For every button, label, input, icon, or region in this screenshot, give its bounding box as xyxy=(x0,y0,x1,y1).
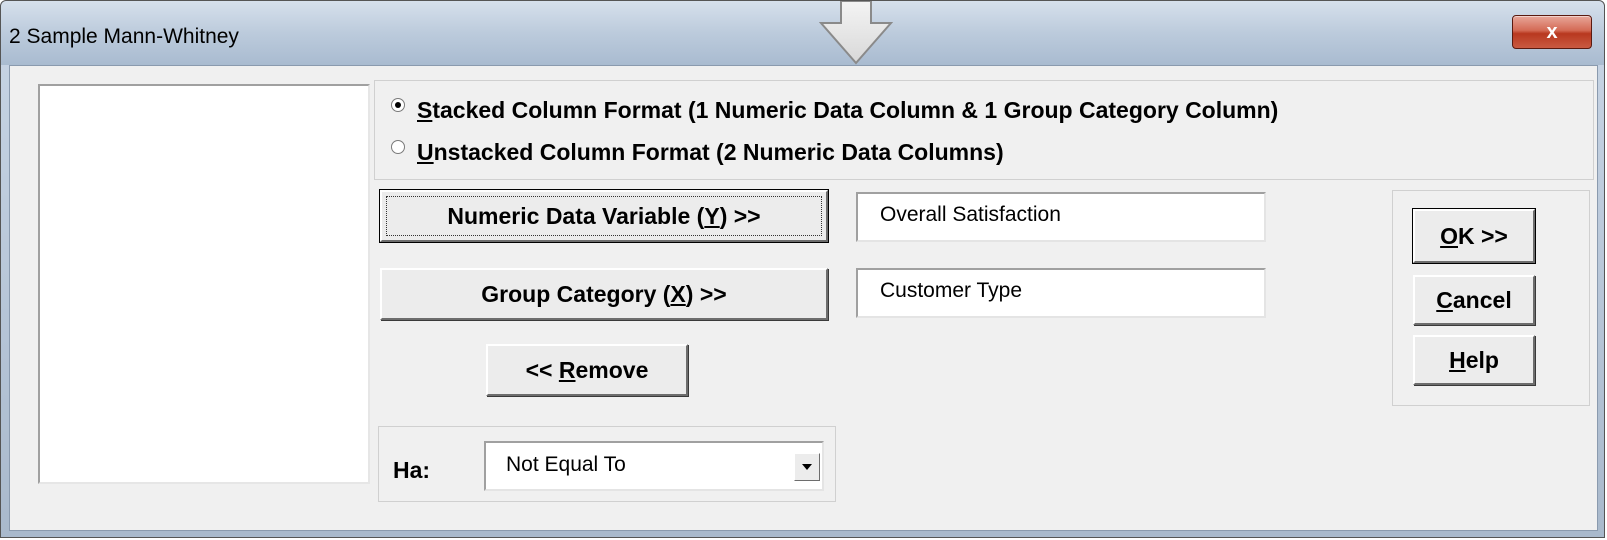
group-category-button[interactable]: Group Category (X) >> xyxy=(380,268,828,320)
help-label: Help xyxy=(1449,346,1499,373)
ha-selected-value: Not Equal To xyxy=(506,453,626,476)
dropdown-arrow-icon[interactable] xyxy=(794,453,820,481)
remove-button[interactable]: << Remove xyxy=(486,344,688,396)
dialog-client-area: Stacked Column Format (1 Numeric Data Co… xyxy=(9,65,1598,531)
stacked-format-option[interactable]: Stacked Column Format (1 Numeric Data Co… xyxy=(391,97,1278,124)
window-title: 2 Sample Mann-Whitney xyxy=(9,25,239,48)
focus-ring xyxy=(386,196,822,236)
close-button[interactable]: x xyxy=(1512,15,1592,49)
title-bar[interactable]: 2 Sample Mann-Whitney x xyxy=(1,1,1604,65)
format-group: Stacked Column Format (1 Numeric Data Co… xyxy=(374,80,1594,180)
unstacked-label: Unstacked Column Format (2 Numeric Data … xyxy=(417,139,1004,165)
variable-listbox[interactable] xyxy=(38,84,370,484)
action-buttons-group: OK >> Cancel Help xyxy=(1392,190,1590,406)
ok-button[interactable]: OK >> xyxy=(1412,208,1536,264)
cancel-button[interactable]: Cancel xyxy=(1413,275,1535,325)
close-icon: x xyxy=(1546,20,1558,43)
stacked-label: Stacked Column Format (1 Numeric Data Co… xyxy=(417,97,1279,123)
unstacked-radio[interactable] xyxy=(391,139,405,154)
ha-group: Ha: Not Equal To xyxy=(378,426,836,502)
group-category-label: Group Category (X) >> xyxy=(481,280,727,307)
dialog-window: 2 Sample Mann-Whitney x Stacked Column F… xyxy=(0,0,1605,538)
group-category-field[interactable]: Customer Type xyxy=(856,268,1266,318)
down-arrow-icon xyxy=(819,1,893,65)
remove-label: << Remove xyxy=(525,356,649,383)
help-button[interactable]: Help xyxy=(1413,335,1535,385)
numeric-data-field[interactable]: Overall Satisfaction xyxy=(856,192,1266,242)
ha-label: Ha: xyxy=(393,457,431,483)
ok-label: OK >> xyxy=(1440,222,1508,249)
numeric-data-variable-button[interactable]: Numeric Data Variable (Y) >> xyxy=(379,189,829,243)
ha-select[interactable]: Not Equal To xyxy=(484,441,824,491)
stacked-radio[interactable] xyxy=(391,97,405,112)
cancel-label: Cancel xyxy=(1436,286,1512,313)
unstacked-format-option[interactable]: Unstacked Column Format (2 Numeric Data … xyxy=(391,139,1004,166)
